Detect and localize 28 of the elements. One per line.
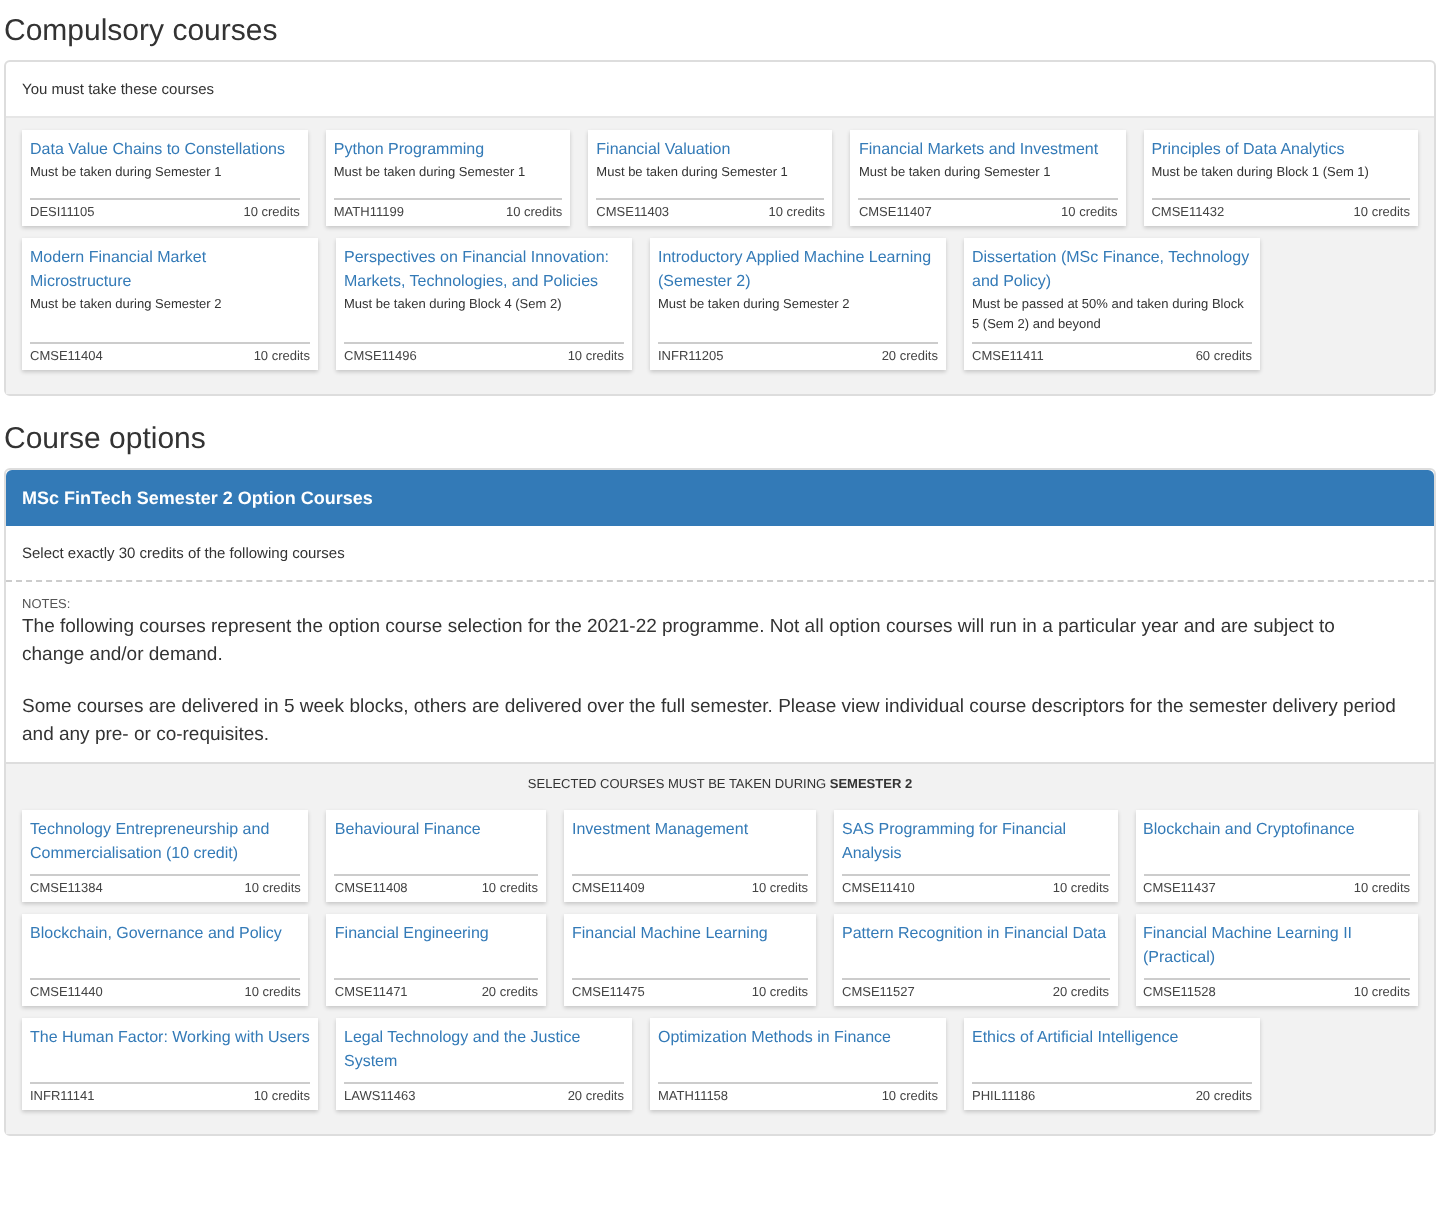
course-link[interactable]: Financial Machine Learning [572,922,809,946]
course-link[interactable]: Modern Financial Market Microstructure [30,246,310,294]
course-link[interactable]: Behavioural Finance [334,818,538,842]
course-link[interactable]: SAS Programming for Financial Analysis [842,818,1110,866]
notes-paragraph: The following courses represent the option course selection for the 2021-22 programme. Not all option courses will run in a particular year and are subject to change and/or demand. [22,614,1337,670]
course-link[interactable]: Data Value Chains to Constellations [30,138,300,162]
course-link[interactable]: Python Programming [333,138,563,162]
course-link[interactable]: The Human Factor: Working with Users [30,1026,310,1050]
course-link[interactable]: Blockchain and Cryptofinance [1143,818,1411,842]
section-heading: Course options [4,420,208,460]
section-heading: Compulsory courses [4,12,280,52]
course-link[interactable]: Optimization Methods in Finance [658,1026,938,1050]
course-link[interactable]: Ethics of Artificial Intelligence [972,1026,1252,1050]
course-link[interactable]: Technology Entrepreneurship and Commercialisation (10 credit) [30,818,301,866]
course-link[interactable]: Legal Technology and the Justice System [344,1026,624,1074]
course-link[interactable]: Financial Markets and Investment [858,138,1118,162]
course-link[interactable]: Blockchain, Governance and Policy [30,922,301,946]
course-link[interactable]: Financial Engineering [334,922,538,946]
course-link[interactable]: Investment Management [572,818,809,842]
course-link[interactable]: Pattern Recognition in Financial Data [842,922,1110,946]
course-link[interactable]: Financial Machine Learning II (Practical) [1143,922,1411,970]
notes-paragraph: Some courses are delivered in 5 week blocks, others are delivered over the full semester. Please view individual course descriptors for the semester delivery period and any pre- or co-requisites. [22,694,1398,750]
panel-header: MSc FinTech Semester 2 Option Courses [6,470,1434,526]
course-link[interactable]: Introductory Applied Machine Learning (Semester 2) [658,246,938,294]
course-link[interactable]: Dissertation (MSc Finance, Technology and Policy) [972,246,1252,294]
course-link[interactable]: Principles of Data Analytics [1151,138,1410,162]
course-link[interactable]: Financial Valuation [596,138,825,162]
course-link[interactable]: Perspectives on Financial Innovation: Markets, Technologies, and Policies [344,246,624,294]
